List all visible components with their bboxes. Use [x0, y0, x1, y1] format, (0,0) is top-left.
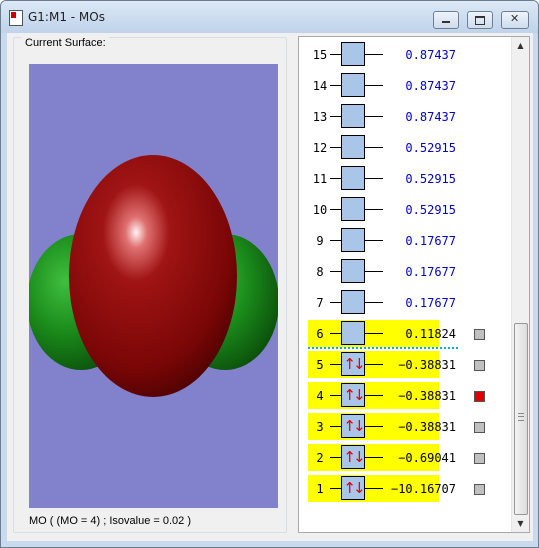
mo-level-box[interactable]: ↑↓	[341, 383, 366, 407]
mo-row[interactable]: 15 0.87437	[299, 41, 509, 68]
mo-visualize-toggle[interactable]	[474, 453, 485, 464]
homo-lumo-divider	[308, 347, 458, 349]
client-area: Current Surface: MO ((MO = 4) ; Isovalu…	[7, 33, 533, 541]
mo-visualize-toggle-selected[interactable]	[474, 391, 485, 402]
mo-row[interactable]: 14 0.87437	[299, 72, 509, 99]
mo-visualize-toggle[interactable]	[474, 422, 485, 433]
mo-row[interactable]: 13 0.87437	[299, 103, 509, 130]
mo-energy: 0.52915	[405, 141, 456, 155]
mo-index: 13	[312, 110, 328, 124]
mo-row[interactable]: 8 0.17677	[299, 258, 509, 285]
vertical-scrollbar[interactable]: ▲ ▼	[511, 37, 529, 532]
mo-index: 1	[316, 482, 324, 496]
mo-index: 15	[312, 48, 328, 62]
mo-index: 4	[316, 389, 324, 403]
mo-level-box[interactable]	[341, 197, 365, 221]
mo-row[interactable]: 2 ↑↓ −0.69041	[299, 444, 509, 471]
spin-pair-icon: ↑↓	[343, 355, 365, 373]
mo-level-box[interactable]: ↑↓	[341, 476, 366, 500]
mo-index: 7	[316, 296, 324, 310]
spin-pair-icon: ↑↓	[343, 386, 365, 404]
mo-row[interactable]: 3 ↑↓ −0.38831	[299, 413, 509, 440]
mo-index: 9	[316, 234, 324, 248]
spin-pair-icon: ↑↓	[343, 448, 365, 466]
mo-index: 11	[312, 172, 328, 186]
mo-index: 14	[312, 79, 328, 93]
mo-energy: 0.17677	[405, 234, 456, 248]
close-button[interactable]	[501, 11, 529, 29]
mo-row[interactable]: 9 0.17677	[299, 227, 509, 254]
mo-energy: 0.87437	[405, 79, 456, 93]
mo-level-box[interactable]	[341, 321, 365, 345]
mo-level-box[interactable]	[341, 259, 365, 283]
current-surface-group: Current Surface: MO ((MO = 4) ; Isovalu…	[13, 37, 287, 533]
mo-energy: 0.11824	[405, 327, 456, 341]
mo-visualize-toggle[interactable]	[474, 484, 485, 495]
mo-row[interactable]: 6 0.11824	[299, 320, 509, 347]
mo-level-box[interactable]	[341, 73, 365, 97]
mo-index: 12	[312, 141, 328, 155]
mo-energy: 0.52915	[405, 203, 456, 217]
mo-level-box[interactable]	[341, 104, 365, 128]
mo-level-box[interactable]: ↑↓	[341, 445, 366, 469]
mo-energy: 0.52915	[405, 172, 456, 186]
mo-row[interactable]: 7 0.17677	[299, 289, 509, 316]
mo-level-box[interactable]	[341, 166, 365, 190]
mo-index: 5	[316, 358, 324, 372]
mo-row[interactable]: 12 0.52915	[299, 134, 509, 161]
mo-energy: 0.17677	[405, 296, 456, 310]
mo-row[interactable]: 5 ↑↓ −0.38831	[299, 351, 509, 378]
mo-energy: −0.38831	[398, 358, 456, 372]
mo-level-box[interactable]: ↑↓	[341, 414, 366, 438]
mo-list-panel[interactable]: 15 0.87437 14 0.87437 13 0.87437 12 0.52915 11 0.…	[298, 36, 530, 533]
thumb-grip-icon	[518, 413, 524, 421]
mo-visualize-toggle[interactable]	[474, 329, 485, 340]
mo-index: 10	[312, 203, 328, 217]
mo-energy: −0.38831	[398, 420, 456, 434]
scrollbar-thumb[interactable]	[514, 323, 528, 515]
mo-level-box[interactable]	[341, 290, 365, 314]
surface-viewport[interactable]	[29, 64, 278, 508]
maximize-button[interactable]	[467, 11, 493, 29]
spin-pair-icon: ↑↓	[343, 479, 365, 497]
title-bar[interactable]: G1:M1 - MOs	[1, 1, 538, 33]
mo-index: 6	[316, 327, 324, 341]
mo-index: 8	[316, 265, 324, 279]
mo-visualize-toggle[interactable]	[474, 360, 485, 371]
mo-energy: −0.69041	[398, 451, 456, 465]
mo-energy: 0.87437	[405, 48, 456, 62]
mo-level-box[interactable]	[341, 228, 365, 252]
surface-status-text: MO ( (MO = 4) ; Isovalue = 0.02 )	[29, 515, 191, 527]
mo-energy: 0.87437	[405, 110, 456, 124]
mo-row[interactable]: 4 ↑↓ −0.38831	[299, 382, 509, 409]
scroll-down-arrow-icon[interactable]: ▼	[512, 515, 529, 532]
app-document-icon[interactable]	[9, 10, 23, 26]
spin-pair-icon: ↑↓	[343, 417, 365, 435]
mo-row[interactable]: 11 0.52915	[299, 165, 509, 192]
mo-level-box[interactable]	[341, 42, 365, 66]
mo-window: G1:M1 - MOs Current Surface:	[0, 0, 539, 548]
mo-index: 3	[316, 420, 324, 434]
mo-level-box[interactable]	[341, 135, 365, 159]
mo-row[interactable]: 1 ↑↓ −10.16707	[299, 475, 509, 502]
mo-index: 2	[316, 451, 324, 465]
minimize-button[interactable]	[433, 11, 459, 29]
orbital-render	[29, 155, 278, 397]
mo-level-box[interactable]: ↑↓	[341, 352, 366, 376]
scroll-up-arrow-icon[interactable]: ▲	[512, 37, 529, 54]
orbital-lobe-positive	[69, 155, 237, 397]
mo-energy: −0.38831	[398, 389, 456, 403]
current-surface-label: Current Surface:	[22, 37, 109, 49]
window-title: G1:M1 - MOs	[28, 10, 105, 24]
mo-row[interactable]: 10 0.52915	[299, 196, 509, 223]
mo-energy: −10.16707	[390, 482, 456, 496]
mo-energy: 0.17677	[405, 265, 456, 279]
